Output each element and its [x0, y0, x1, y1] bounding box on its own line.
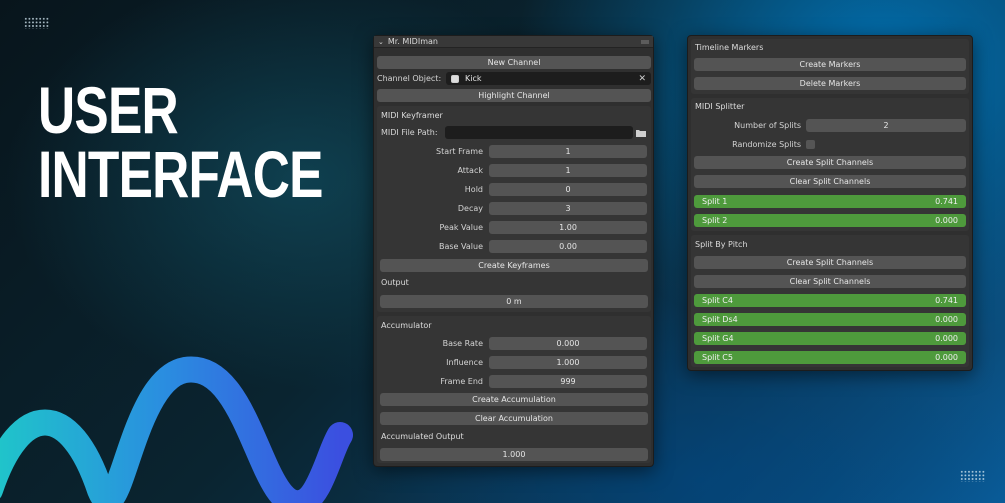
hero-title: USER INTERFACE: [38, 73, 324, 211]
output-value: 0 m: [380, 295, 648, 308]
timeline-markers-section: Timeline Markers Create Markers Delete M…: [691, 39, 969, 94]
keyframer-title: MIDI Keyframer: [381, 111, 443, 120]
wave-graphic: [0, 356, 353, 503]
field-label: Base Rate: [442, 339, 483, 348]
number-of-splits-field[interactable]: 2: [806, 119, 966, 132]
start-frame-field[interactable]: 1: [489, 145, 647, 158]
field-label: Peak Value: [439, 223, 483, 232]
split-name: Split C5: [702, 353, 733, 362]
randomize-splits-label: Randomize Splits: [732, 140, 801, 149]
split-bar[interactable]: Split 1 0.741: [694, 195, 966, 208]
pitch-create-split-channels-button[interactable]: Create Split Channels: [694, 256, 966, 269]
midi-file-path-input[interactable]: [445, 126, 633, 139]
split-name: Split 2: [702, 216, 728, 225]
midi-file-path-label: MIDI File Path:: [381, 128, 438, 137]
field-label: Influence: [446, 358, 483, 367]
create-split-channels-button[interactable]: Create Split Channels: [694, 156, 966, 169]
midiman-panel: ⌄ Mr. MIDIman New Channel Channel Object…: [373, 35, 654, 467]
split-value: 0.000: [935, 334, 958, 343]
hero-line-2: INTERFACE: [38, 137, 324, 211]
clear-accumulation-button[interactable]: Clear Accumulation: [380, 412, 648, 425]
midi-splitter-section: MIDI Splitter Number of Splits 2 Randomi…: [691, 98, 969, 231]
chevron-down-icon[interactable]: ⌄: [378, 38, 384, 46]
accumulated-output-value: 1.000: [380, 448, 648, 461]
split-by-pitch-title: Split By Pitch: [695, 240, 748, 249]
influence-field[interactable]: 1.000: [489, 356, 647, 369]
split-value: 0.741: [935, 197, 958, 206]
pitch-split-bar[interactable]: Split Ds4 0.000: [694, 313, 966, 326]
midi-splitter-title: MIDI Splitter: [695, 102, 745, 111]
channel-object-field[interactable]: Kick ✕: [446, 72, 651, 85]
splitter-panel: Timeline Markers Create Markers Delete M…: [687, 35, 973, 371]
number-of-splits-label: Number of Splits: [734, 121, 801, 130]
pitch-split-bar[interactable]: Split G4 0.000: [694, 332, 966, 345]
frame-end-field[interactable]: 999: [489, 375, 647, 388]
split-name: Split 1: [702, 197, 728, 206]
base-value-field[interactable]: 0.00: [489, 240, 647, 253]
hold-field[interactable]: 0: [489, 183, 647, 196]
attack-field[interactable]: 1: [489, 164, 647, 177]
accumulated-output-label: Accumulated Output: [381, 432, 464, 441]
clear-split-channels-button[interactable]: Clear Split Channels: [694, 175, 966, 188]
peak-value-field[interactable]: 1.00: [489, 221, 647, 234]
pitch-split-bar[interactable]: Split C5 0.000: [694, 351, 966, 364]
field-label: Hold: [464, 185, 483, 194]
split-name: Split G4: [702, 334, 734, 343]
split-name: Split C4: [702, 296, 733, 305]
split-value: 0.000: [935, 216, 958, 225]
split-name: Split Ds4: [702, 315, 738, 324]
new-channel-button[interactable]: New Channel: [377, 56, 651, 69]
field-label: Frame End: [440, 377, 483, 386]
split-value: 0.000: [935, 353, 958, 362]
channel-object-label: Channel Object:: [377, 74, 442, 83]
split-value: 0.741: [935, 296, 958, 305]
highlight-channel-button[interactable]: Highlight Channel: [377, 89, 651, 102]
field-label: Base Value: [439, 242, 483, 251]
randomize-splits-checkbox[interactable]: [806, 140, 815, 149]
folder-icon[interactable]: [634, 126, 648, 139]
dot-pattern-bottom-right: [960, 470, 986, 482]
decay-field[interactable]: 3: [489, 202, 647, 215]
timeline-markers-title: Timeline Markers: [695, 43, 764, 52]
accumulator-section: Accumulator Base Rate 0.000 Influence 1.…: [377, 316, 651, 463]
object-icon: [451, 74, 459, 83]
panel-header[interactable]: ⌄ Mr. MIDIman: [374, 36, 653, 48]
pitch-split-bar[interactable]: Split C4 0.741: [694, 294, 966, 307]
field-label: Start Frame: [435, 147, 483, 156]
dot-pattern-top-left: [24, 17, 50, 29]
create-markers-button[interactable]: Create Markers: [694, 58, 966, 71]
create-accumulation-button[interactable]: Create Accumulation: [380, 393, 648, 406]
output-label: Output: [381, 278, 409, 287]
channel-object-value: Kick: [465, 74, 482, 83]
base-rate-field[interactable]: 0.000: [489, 337, 647, 350]
pitch-clear-split-channels-button[interactable]: Clear Split Channels: [694, 275, 966, 288]
split-value: 0.000: [935, 315, 958, 324]
hero-line-1: USER: [38, 73, 179, 147]
panel-title: Mr. MIDIman: [387, 37, 438, 46]
field-label: Attack: [457, 166, 483, 175]
delete-markers-button[interactable]: Delete Markers: [694, 77, 966, 90]
keyframer-section: MIDI Keyframer MIDI File Path: Start Fra…: [377, 106, 651, 312]
split-bar[interactable]: Split 2 0.000: [694, 214, 966, 227]
split-by-pitch-section: Split By Pitch Create Split Channels Cle…: [691, 235, 969, 367]
create-keyframes-button[interactable]: Create Keyframes: [380, 259, 648, 272]
close-icon[interactable]: ✕: [638, 74, 646, 84]
accumulator-title: Accumulator: [381, 321, 432, 330]
grip-icon[interactable]: [641, 39, 649, 44]
field-label: Decay: [457, 204, 483, 213]
